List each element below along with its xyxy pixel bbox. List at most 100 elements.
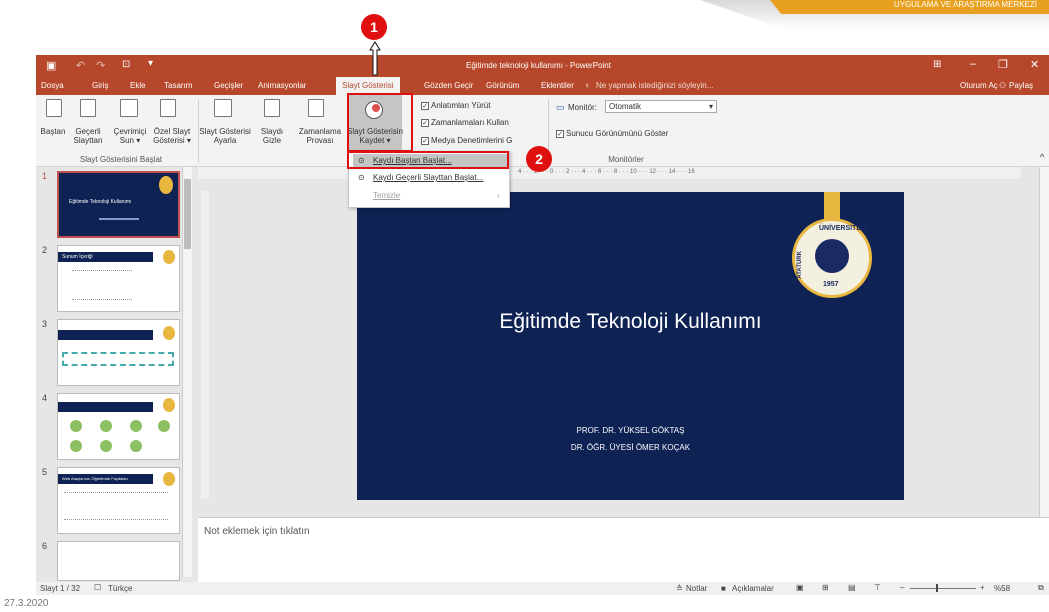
slide-sorter-icon[interactable]: ⊞ xyxy=(822,583,829,592)
slide-title[interactable]: Eğitimde Teknoloji Kullanımı xyxy=(357,310,904,334)
seal-icon xyxy=(163,250,175,264)
date-label: 27.3.2020 xyxy=(4,598,49,609)
slide-thumbnail-6[interactable] xyxy=(57,541,180,581)
customize-qat-icon[interactable]: ▾ xyxy=(148,58,153,69)
slideshow-view-icon[interactable]: ⊤ xyxy=(874,583,881,592)
from-beginning-button[interactable]: Baştan xyxy=(36,127,70,136)
present-online-icon xyxy=(120,99,138,117)
close-icon[interactable]: ✕ xyxy=(1030,58,1039,71)
highlight-box-menu-item xyxy=(347,151,509,169)
current-slide[interactable]: ÜNİVERSİTESİ ATATÜRK 1957 Eğitimde Tekno… xyxy=(357,192,904,500)
checkbox-check: ✓ xyxy=(421,136,429,145)
slide-thumbnail-2[interactable]: Sunum İçeriği xyxy=(57,245,180,312)
play-narrations-checkbox[interactable]: ✓ Anlatımları Yürüt xyxy=(421,101,490,110)
from-beginning-icon xyxy=(46,99,62,117)
menu-item-clear[interactable]: Temizle › xyxy=(353,189,507,203)
tell-me-box[interactable]: Ne yapmak istediğinizi söyleyin... xyxy=(596,81,713,90)
hide-slide-label-2: Gizle xyxy=(262,136,282,145)
collapse-ribbon-icon[interactable]: ^ xyxy=(1040,152,1044,162)
normal-view-icon[interactable]: ▣ xyxy=(796,583,804,592)
minimize-icon[interactable]: – xyxy=(970,58,976,70)
slide-author-2[interactable]: DR. ÖĞR. ÜYESİ ÖMER KOÇAK xyxy=(357,443,904,452)
tab-insert[interactable]: Ekle xyxy=(130,81,146,90)
spellcheck-icon[interactable]: ☐ xyxy=(94,583,101,592)
custom-show-label-2: Gösterisi ▾ xyxy=(153,136,191,145)
thumb-title: Eğitimde Teknoloji Kullanımı xyxy=(69,199,132,205)
fit-slide-icon[interactable]: ⧉ xyxy=(1038,583,1044,593)
save-icon[interactable]: ▣ xyxy=(46,59,56,72)
scrollbar-thumb[interactable] xyxy=(184,179,191,249)
tab-animations[interactable]: Animasyonlar xyxy=(258,81,306,90)
setup-show-button[interactable]: Slayt Gösterisi Ayarla xyxy=(198,127,252,145)
vertical-ruler xyxy=(201,191,209,499)
tab-view[interactable]: Görünüm xyxy=(486,81,519,90)
start-slideshow-qat-icon[interactable]: ⊡ xyxy=(122,59,130,70)
thumbnail-scrollbar[interactable] xyxy=(182,167,192,577)
slide-thumbnail-5[interactable]: Web Araçlarının Öğretimde Faydaları xyxy=(57,467,180,534)
rehearse-icon xyxy=(308,99,324,117)
tab-transitions[interactable]: Geçişler xyxy=(214,81,243,90)
ribbon-display-icon[interactable]: ⊞ xyxy=(933,59,941,70)
monitor-select[interactable]: Otomatik ▾ xyxy=(605,100,717,113)
rehearse-label-1: Zamanlama xyxy=(298,127,342,136)
slide-number: 4 xyxy=(42,393,48,403)
custom-show-button[interactable]: Özel Slayt Gösterisi ▾ xyxy=(150,127,194,145)
tab-file[interactable]: Dosya xyxy=(41,81,64,90)
comments-toggle[interactable]: Açıklamalar xyxy=(732,584,774,593)
share-button[interactable]: Paylaş xyxy=(1009,81,1033,90)
language-indicator[interactable]: Türkçe xyxy=(108,584,132,593)
share-icon[interactable]: ⚇ xyxy=(999,81,1006,90)
from-current-label-2: Slayttan xyxy=(73,136,103,145)
setup-show-icon xyxy=(214,99,232,117)
slide-thumbnail-3[interactable] xyxy=(57,319,180,386)
present-online-label-1: Çevrimiçi xyxy=(113,127,147,136)
slide-scrollbar[interactable] xyxy=(1039,167,1049,517)
notes-toggle[interactable]: Notlar xyxy=(686,584,707,593)
redo-icon[interactable]: ↷ xyxy=(96,59,105,72)
slide-number: 2 xyxy=(42,245,48,255)
presenter-view-checkbox[interactable]: ✓ Sunucu Görünümünü Göster xyxy=(556,129,668,138)
media-controls-label: Medya Denetimlerini G xyxy=(431,136,513,145)
zoom-level[interactable]: %58 xyxy=(994,584,1010,593)
slide-counter: Slayt 1 / 32 xyxy=(40,584,81,593)
tab-home[interactable]: Giriş xyxy=(92,81,108,90)
use-timings-checkbox[interactable]: ✓ Zamanlamaları Kullan xyxy=(421,118,509,127)
group-monitors: Monitörler xyxy=(608,155,644,164)
powerpoint-window: ▣ ↶ ↷ ⊡ ▾ Eğitimde teknoloji kullanımı -… xyxy=(36,55,1049,595)
slide-number: 5 xyxy=(42,467,48,477)
menu-item-record-from-current[interactable]: ⊙ Kaydı Geçerli Slayttan Başlat... xyxy=(353,171,507,185)
sign-in-link[interactable]: Oturum Aç xyxy=(960,81,998,90)
seal-left-text: ATATÜRK xyxy=(797,251,803,279)
slide-thumbnail-4[interactable] xyxy=(57,393,180,460)
thumb-header-bar xyxy=(58,330,153,340)
hide-slide-icon xyxy=(264,99,280,117)
thumb-title: Sunum İçeriği xyxy=(62,254,93,260)
reading-view-icon[interactable]: ▤ xyxy=(848,583,856,592)
slide-author-1[interactable]: PROF. DR. YÜKSEL GÖKTAŞ xyxy=(357,426,904,435)
undo-icon[interactable]: ↶ xyxy=(76,59,85,72)
zoom-in-icon[interactable]: + xyxy=(980,583,985,592)
restore-icon[interactable]: ❐ xyxy=(998,58,1008,71)
from-current-icon xyxy=(80,99,96,117)
present-online-button[interactable]: Çevrimiçi Sun ▾ xyxy=(108,127,152,145)
seal-emblem xyxy=(815,239,849,273)
rehearse-button[interactable]: Zamanlama Provası xyxy=(294,127,346,145)
thumbnail-pane: 1 Eğitimde Teknoloji Kullanımı 2 Sunum İ… xyxy=(36,167,196,582)
group-start-slideshow: Slayt Gösterisini Başlat xyxy=(79,155,163,164)
zoom-out-icon[interactable]: – xyxy=(900,583,904,592)
tab-design[interactable]: Tasarım xyxy=(164,81,192,90)
slide-thumbnail-1[interactable]: Eğitimde Teknoloji Kullanımı xyxy=(57,171,180,238)
from-current-label-1: Geçerli xyxy=(75,127,101,136)
notes-pane[interactable]: Not eklemek için tıklatın xyxy=(198,517,1049,582)
tab-review[interactable]: Gözden Geçir xyxy=(424,81,473,90)
from-current-button[interactable]: Geçerli Slayttan xyxy=(72,127,104,145)
media-controls-checkbox[interactable]: ✓ Medya Denetimlerini G xyxy=(421,136,512,145)
hide-slide-button[interactable]: Slaydı Gizle xyxy=(254,127,290,145)
title-bar: ▣ ↶ ↷ ⊡ ▾ Eğitimde teknoloji kullanımı -… xyxy=(36,55,1049,77)
zoom-slider-thumb[interactable] xyxy=(936,584,938,592)
zoom-slider[interactable] xyxy=(910,588,976,589)
thumb-circle xyxy=(70,420,82,432)
submenu-arrow-icon: › xyxy=(497,191,500,200)
tab-addins[interactable]: Eklentiler xyxy=(541,81,574,90)
checkbox-check: ✓ xyxy=(421,101,429,110)
